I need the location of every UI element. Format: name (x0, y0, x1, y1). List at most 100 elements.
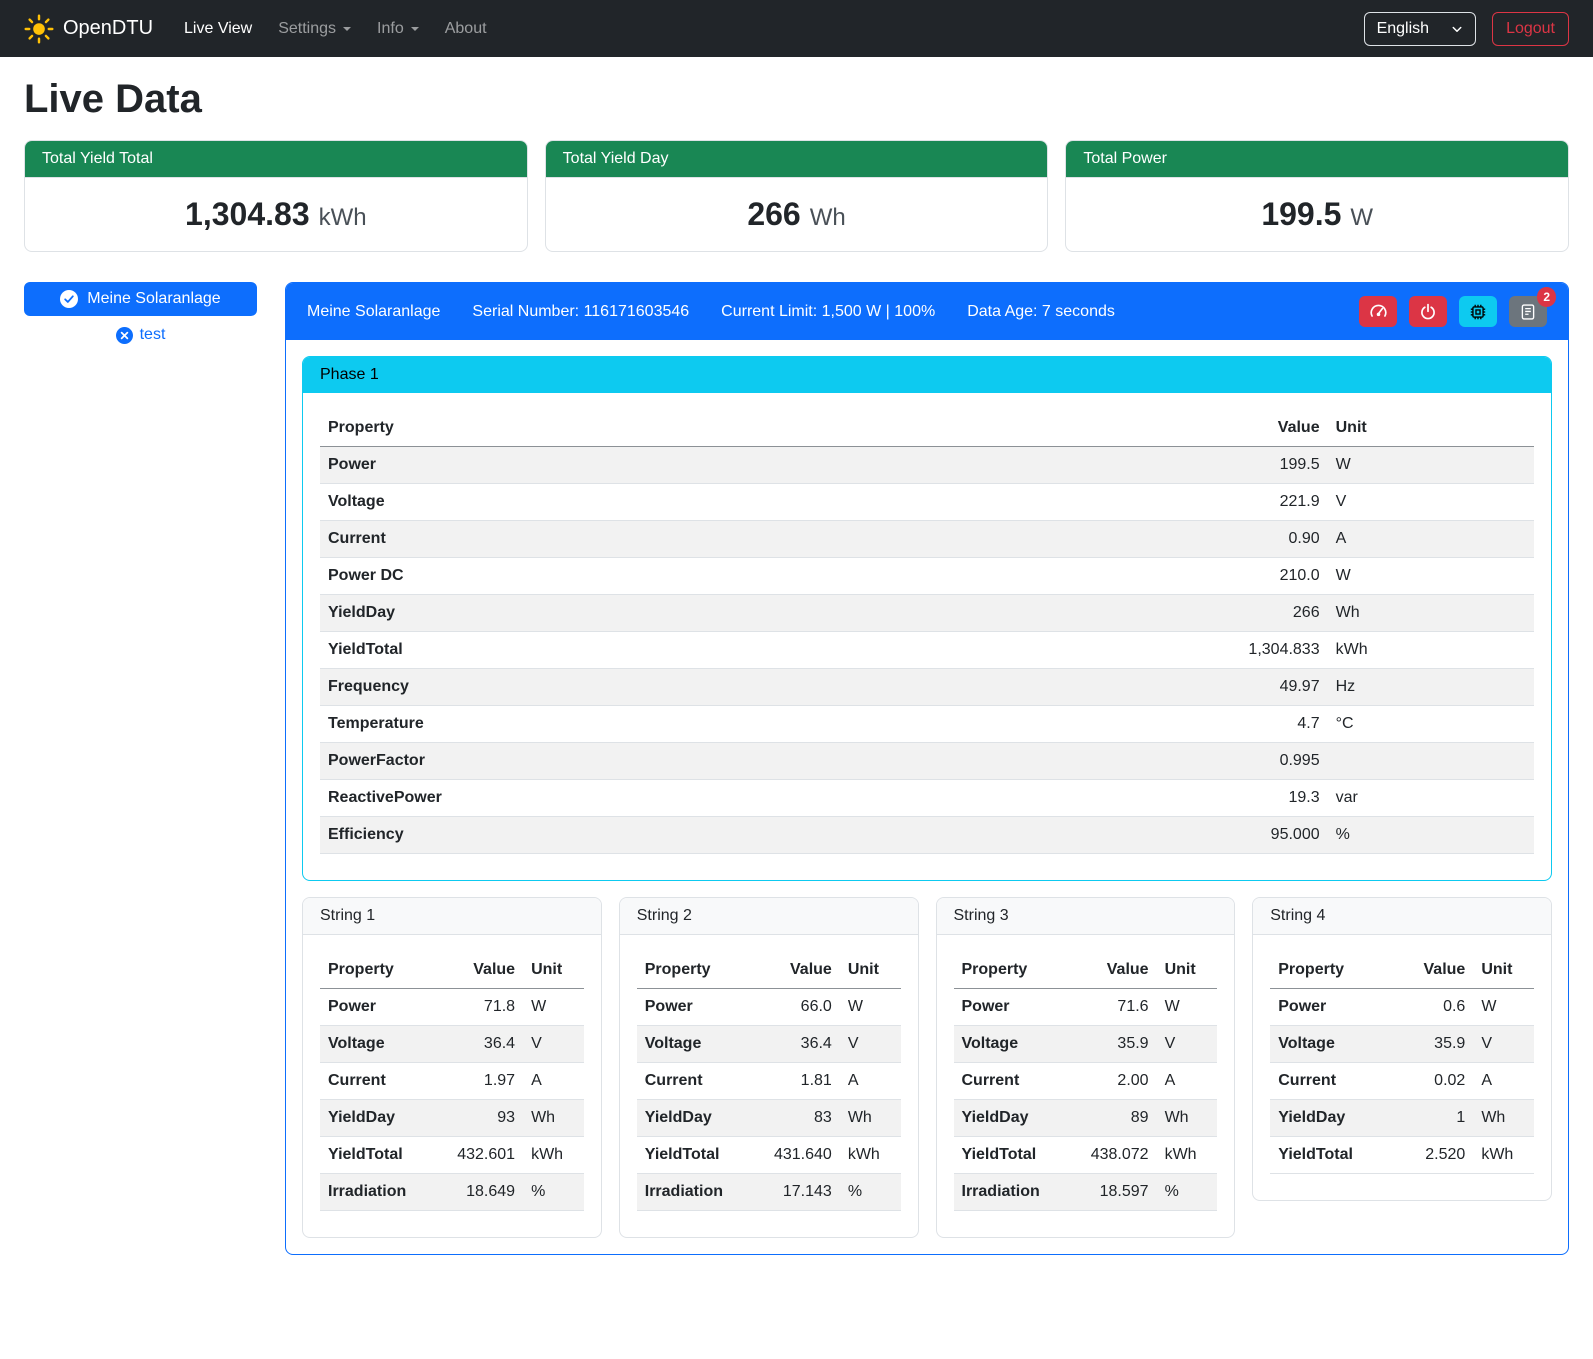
navbar: OpenDTU Live View Settings Info About En… (0, 0, 1593, 57)
property-cell: YieldDay (954, 1100, 1075, 1137)
summary-card-yield-day: Total Yield Day 266Wh (545, 140, 1049, 252)
unit-cell (1328, 743, 1534, 780)
column-header-property: Property (1270, 952, 1391, 989)
unit-cell: % (840, 1174, 901, 1211)
property-cell: YieldDay (320, 595, 1085, 632)
device-info-button[interactable] (1459, 296, 1497, 327)
unit-cell: % (523, 1174, 584, 1211)
table-row: Irradiation18.597% (954, 1174, 1218, 1211)
table-header-row: Property Value Unit (320, 410, 1534, 447)
value-cell: 1.81 (758, 1063, 840, 1100)
unit-cell: W (1157, 989, 1218, 1026)
string-card: String 3 Property Value Unit Power71.6WV… (936, 897, 1236, 1238)
nav-settings[interactable]: Settings (265, 12, 364, 46)
table-row: Irradiation17.143% (637, 1174, 901, 1211)
strings-row: String 1 Property Value Unit Power71.8WV… (302, 897, 1552, 1238)
column-header-property: Property (954, 952, 1075, 989)
table-row: Voltage36.4V (320, 1026, 584, 1063)
unit-cell: V (523, 1026, 584, 1063)
property-cell: Voltage (637, 1026, 758, 1063)
property-cell: Current (954, 1063, 1075, 1100)
nav-links: Live View Settings Info About (171, 12, 500, 46)
string-card-title: String 4 (1253, 898, 1551, 935)
language-select[interactable]: English (1364, 12, 1476, 46)
phase-card: Phase 1 Property Value Unit P (302, 356, 1552, 881)
table-row: Voltage221.9V (320, 484, 1534, 521)
value-cell: 71.8 (441, 989, 523, 1026)
unit-cell: kWh (1328, 632, 1534, 669)
column-header-value: Value (1085, 410, 1328, 447)
value-cell: 1.97 (441, 1063, 523, 1100)
string-card: String 1 Property Value Unit Power71.8WV… (302, 897, 602, 1238)
brand-link[interactable]: OpenDTU (24, 14, 153, 44)
property-cell: YieldTotal (320, 632, 1085, 669)
unit-cell: W (1328, 447, 1534, 484)
data-age: Data Age: 7 seconds (967, 303, 1115, 321)
table-row: Power199.5W (320, 447, 1534, 484)
column-header-property: Property (320, 952, 441, 989)
unit-cell: Wh (1473, 1100, 1534, 1137)
string-card: String 4 Property Value Unit Power0.6WVo… (1252, 897, 1552, 1201)
table-row: Current1.97A (320, 1063, 584, 1100)
unit-cell: V (1473, 1026, 1534, 1063)
value-cell: 2.00 (1075, 1063, 1157, 1100)
event-log-button[interactable]: 2 (1509, 296, 1547, 327)
column-header-unit: Unit (840, 952, 901, 989)
table-row: PowerFactor0.995 (320, 743, 1534, 780)
unit-cell: W (1328, 558, 1534, 595)
column-header-property: Property (320, 410, 1085, 447)
property-cell: Power (637, 989, 758, 1026)
nav-about[interactable]: About (432, 12, 500, 46)
property-cell: YieldTotal (1270, 1137, 1391, 1174)
column-header-unit: Unit (523, 952, 584, 989)
value-cell: 35.9 (1075, 1026, 1157, 1063)
logout-button[interactable]: Logout (1492, 12, 1569, 46)
unit-cell: kWh (523, 1137, 584, 1174)
x-circle-icon (116, 327, 133, 344)
nav-live-view[interactable]: Live View (171, 12, 265, 46)
unit-cell: kWh (840, 1137, 901, 1174)
unit-cell: A (1328, 521, 1534, 558)
table-row: Current0.02A (1270, 1063, 1534, 1100)
table-row: Voltage35.9V (1270, 1026, 1534, 1063)
cpu-icon (1469, 303, 1487, 321)
limit-settings-button[interactable] (1359, 296, 1397, 327)
value-cell: 210.0 (1085, 558, 1328, 595)
unit-cell: V (1157, 1026, 1218, 1063)
column-header-value: Value (1075, 952, 1157, 989)
table-row: ReactivePower19.3var (320, 780, 1534, 817)
property-cell: YieldDay (320, 1100, 441, 1137)
table-row: YieldTotal431.640kWh (637, 1137, 901, 1174)
string-table: Property Value Unit Power71.6WVoltage35.… (954, 952, 1218, 1211)
table-row: YieldTotal2.520kWh (1270, 1137, 1534, 1174)
property-cell: Power (320, 989, 441, 1026)
inverter-sidebar: Meine Solaranlage test (24, 282, 257, 344)
value-cell: 1 (1392, 1100, 1474, 1137)
value-cell: 438.072 (1075, 1137, 1157, 1174)
unit-cell: A (840, 1063, 901, 1100)
table-row: Power DC210.0W (320, 558, 1534, 595)
nav-info[interactable]: Info (364, 12, 432, 46)
unit-cell: Wh (1328, 595, 1534, 632)
column-header-unit: Unit (1473, 952, 1534, 989)
value-cell: 36.4 (758, 1026, 840, 1063)
sidebar-item-meine-solaranlage[interactable]: Meine Solaranlage (24, 282, 257, 316)
event-count-badge: 2 (1537, 287, 1556, 307)
power-button[interactable] (1409, 296, 1447, 327)
sidebar-item-test[interactable]: test (116, 326, 166, 344)
value-cell: 4.7 (1085, 706, 1328, 743)
column-header-value: Value (1392, 952, 1474, 989)
table-header-row: Property Value Unit (954, 952, 1218, 989)
table-row: Current0.90A (320, 521, 1534, 558)
table-row: Current1.81A (637, 1063, 901, 1100)
value-cell: 35.9 (1392, 1026, 1474, 1063)
property-cell: Current (1270, 1063, 1391, 1100)
table-row: YieldDay83Wh (637, 1100, 901, 1137)
table-row: Power71.6W (954, 989, 1218, 1026)
inverter-panel-header: Meine Solaranlage Serial Number: 1161716… (286, 283, 1568, 340)
unit-cell: % (1157, 1174, 1218, 1211)
table-row: YieldDay89Wh (954, 1100, 1218, 1137)
property-cell: Efficiency (320, 817, 1085, 854)
nav-info-label: Info (377, 20, 404, 37)
string-card-title: String 1 (303, 898, 601, 935)
